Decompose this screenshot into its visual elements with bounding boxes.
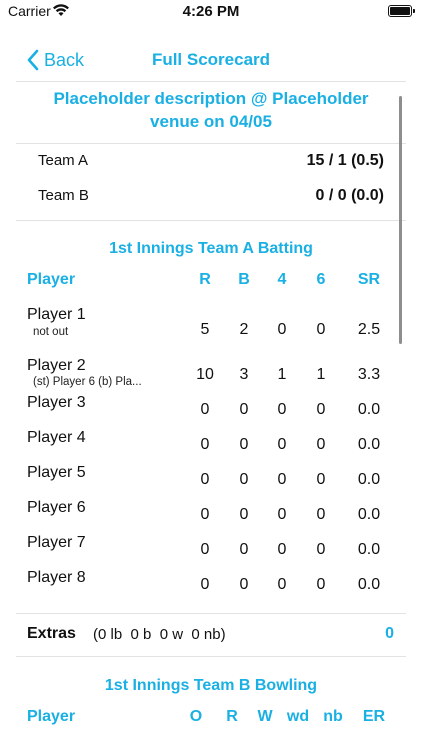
header-economy: ER <box>362 708 386 725</box>
header-balls: B <box>238 271 250 288</box>
stat-balls: 2 <box>239 321 249 338</box>
player-name: Player 2 <box>27 357 86 374</box>
stat-runs: 10 <box>196 366 214 383</box>
stat-strike-rate: 2.5 <box>357 321 381 338</box>
stat-fours: 0 <box>277 506 287 523</box>
stat-sixes: 0 <box>316 436 326 453</box>
stat-balls: 3 <box>239 366 249 383</box>
navigation-bar: Back Full Scorecard <box>0 40 422 80</box>
stat-balls: 0 <box>239 576 249 593</box>
stat-fours: 0 <box>277 436 287 453</box>
stat-balls: 0 <box>239 506 249 523</box>
stat-sixes: 0 <box>316 541 326 558</box>
header-player: Player <box>27 271 76 288</box>
extras-total: 0 <box>385 625 394 642</box>
stat-strike-rate: 0.0 <box>357 576 381 593</box>
page-title: Full Scorecard <box>151 50 271 69</box>
status-time: 4:26 PM <box>182 3 240 20</box>
header-fours: 4 <box>277 271 287 288</box>
match-description: Placeholder description @ Placeholder ve… <box>53 89 369 131</box>
stat-strike-rate: 0.0 <box>357 471 381 488</box>
header-wides: wd <box>286 708 310 725</box>
bowling-section-title: 1st Innings Team B Bowling <box>104 677 318 694</box>
stat-balls: 0 <box>239 401 249 418</box>
player-name: Player 4 <box>27 429 86 446</box>
stat-fours: 0 <box>277 576 287 593</box>
stat-strike-rate: 3.3 <box>357 366 381 383</box>
stat-runs: 0 <box>200 506 210 523</box>
stat-fours: 0 <box>277 401 287 418</box>
team-score: 0 / 0 (0.0) <box>315 187 384 204</box>
stat-runs: 5 <box>200 321 210 338</box>
extras-detail: (0 lb 0 b 0 w 0 nb) <box>93 626 226 643</box>
player-name: Player 6 <box>27 499 86 516</box>
stat-runs: 0 <box>200 471 210 488</box>
stat-sixes: 0 <box>316 471 326 488</box>
player-dismissal: (st) Player 6 (b) Pla... <box>33 376 142 388</box>
divider <box>16 656 406 657</box>
divider <box>16 220 406 221</box>
battery-icon <box>388 5 415 17</box>
stat-sixes: 0 <box>316 506 326 523</box>
stat-strike-rate: 0.0 <box>357 401 381 418</box>
stat-sixes: 0 <box>316 576 326 593</box>
header-runs: R <box>199 271 211 288</box>
divider <box>16 81 406 82</box>
team-name: Team A <box>38 152 89 169</box>
team-score-row: Team A 15 / 1 (0.5) <box>38 152 384 170</box>
stat-runs: 0 <box>200 401 210 418</box>
stat-fours: 0 <box>277 471 287 488</box>
header-strike-rate: SR <box>357 271 381 288</box>
team-score-row: Team B 0 / 0 (0.0) <box>38 187 384 205</box>
player-dismissal: not out <box>33 326 69 338</box>
divider <box>16 613 406 614</box>
extras-label: Extras <box>27 625 76 642</box>
stat-balls: 0 <box>239 471 249 488</box>
stat-balls: 0 <box>239 436 249 453</box>
scrollbar[interactable] <box>399 96 402 344</box>
stat-strike-rate: 0.0 <box>357 436 381 453</box>
header-sixes: 6 <box>316 271 326 288</box>
player-name: Player 7 <box>27 534 86 551</box>
stat-fours: 0 <box>277 541 287 558</box>
header-no-balls: nb <box>323 708 343 725</box>
divider <box>16 143 406 144</box>
stat-fours: 0 <box>277 321 287 338</box>
team-score: 15 / 1 (0.5) <box>306 152 384 169</box>
stat-strike-rate: 0.0 <box>357 506 381 523</box>
stat-runs: 0 <box>200 436 210 453</box>
stat-balls: 0 <box>239 541 249 558</box>
stat-sixes: 1 <box>316 366 326 383</box>
player-name: Player 1 <box>27 306 86 323</box>
player-name: Player 8 <box>27 569 86 586</box>
team-name: Team B <box>38 187 89 204</box>
header-player: Player <box>27 708 76 725</box>
player-name: Player 5 <box>27 464 86 481</box>
stat-sixes: 0 <box>316 321 326 338</box>
stat-runs: 0 <box>200 576 210 593</box>
stat-runs: 0 <box>200 541 210 558</box>
player-name: Player 3 <box>27 394 86 411</box>
stat-sixes: 0 <box>316 401 326 418</box>
header-overs: O <box>189 708 203 725</box>
stat-strike-rate: 0.0 <box>357 541 381 558</box>
status-bar: Carrier 4:26 PM <box>0 0 422 26</box>
batting-section-title: 1st Innings Team A Batting <box>109 240 313 257</box>
stat-fours: 1 <box>277 366 287 383</box>
